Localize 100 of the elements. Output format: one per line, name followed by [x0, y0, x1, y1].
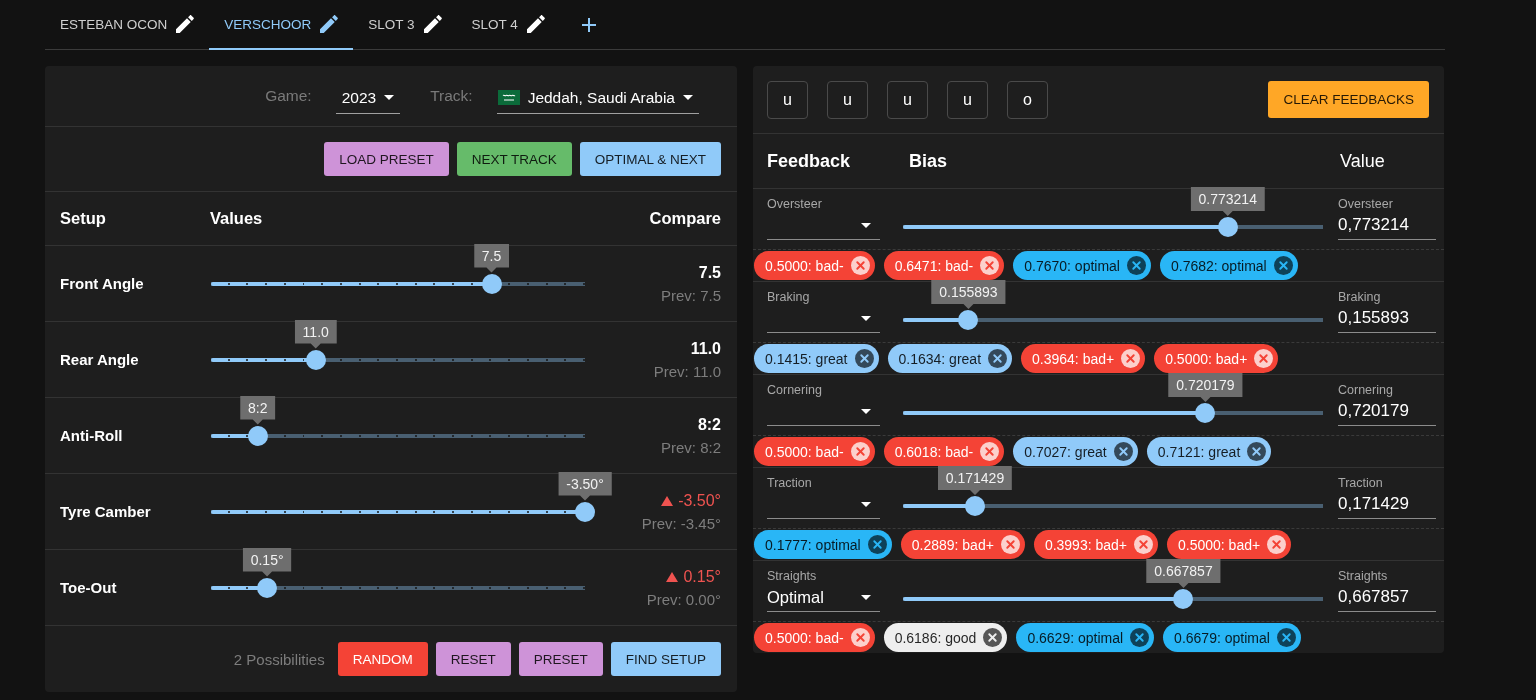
caret-icon [861, 315, 871, 321]
feedback-chip[interactable]: 0.1777: optimal [754, 530, 892, 559]
field-label: Game: [265, 87, 312, 105]
tab[interactable]: SLOT 4 [456, 0, 560, 50]
caret-icon [861, 222, 871, 228]
slider-thumb[interactable] [481, 273, 502, 294]
close-icon[interactable] [1127, 256, 1146, 275]
close-icon[interactable] [1134, 535, 1153, 554]
feedback-chip[interactable]: 0.1634: great [887, 344, 1013, 373]
close-icon[interactable] [980, 442, 1000, 461]
clear-feedbacks-button[interactable]: CLEAR FEEDBACKS [1268, 81, 1429, 118]
letter-button[interactable]: u [947, 80, 988, 119]
slider-thumb[interactable] [247, 425, 268, 446]
pencil-icon[interactable] [423, 15, 442, 33]
tab[interactable]: VERSCHOOR [209, 0, 354, 50]
feedback-chip[interactable]: 0.7027: great [1013, 437, 1138, 466]
feedback-chip[interactable]: 0.7682: optimal [1160, 251, 1298, 280]
slider-thumb[interactable] [965, 496, 985, 516]
pencil-icon[interactable] [176, 15, 195, 33]
value-field[interactable]: Oversteer 0,773214 [1338, 197, 1436, 240]
close-icon[interactable] [1121, 349, 1141, 368]
feedback-select[interactable]: Braking [767, 290, 880, 333]
slider-thumb[interactable] [575, 501, 595, 522]
column-header: Feedback [767, 150, 852, 172]
close-icon[interactable] [1000, 535, 1020, 554]
action-button[interactable]: OPTIMAL & NEXT [579, 142, 721, 176]
action-button[interactable]: FIND SETUP [610, 642, 721, 676]
close-icon[interactable] [1273, 256, 1293, 275]
close-icon[interactable] [1113, 442, 1133, 461]
year-select[interactable]: 2023 [335, 82, 401, 114]
previous-value: Prev: 0.00° [646, 590, 721, 608]
slider-thumb[interactable] [305, 349, 326, 370]
feedback-chip[interactable]: 0.3964: bad+ [1021, 344, 1146, 373]
feedback-chip[interactable]: 0.2889: bad+ [900, 530, 1025, 559]
letter-button[interactable]: u [767, 80, 808, 119]
feedback-select[interactable]: Cornering [767, 383, 880, 426]
close-icon[interactable] [1254, 349, 1274, 368]
caret-icon [683, 95, 693, 100]
slider-thumb[interactable] [958, 310, 979, 330]
value-field[interactable]: Cornering 0,720179 [1338, 383, 1436, 426]
action-button[interactable]: RANDOM [337, 642, 428, 676]
feedback-chip[interactable]: 0.6679: optimal [1163, 623, 1301, 652]
slider-thumb[interactable] [1217, 217, 1238, 237]
close-icon[interactable] [980, 256, 1000, 275]
close-icon[interactable] [1130, 628, 1150, 647]
feedback-chip[interactable]: 0.1415: great [754, 344, 879, 373]
value-tooltip: 0.155893 [931, 280, 1006, 309]
feedback-chip[interactable]: 0.7670: optimal [1013, 251, 1151, 280]
compare-value: 8:2 [697, 415, 721, 434]
column-header: Bias [908, 150, 949, 172]
slider-thumb[interactable] [1195, 403, 1216, 423]
close-icon[interactable] [850, 256, 870, 275]
close-icon[interactable] [988, 349, 1008, 368]
tab[interactable]: SLOT 3 [353, 0, 457, 50]
letter-button[interactable]: u [827, 80, 868, 119]
feedback-chip[interactable]: 0.6018: bad- [883, 437, 1005, 466]
value-field[interactable]: Braking 0,155893 [1338, 290, 1436, 333]
action-button[interactable]: LOAD PRESET [324, 142, 449, 176]
close-icon[interactable] [867, 535, 887, 554]
setup-label: Front Angle [60, 275, 145, 292]
setup-label: Tyre Camber [60, 503, 152, 520]
feedback-chip[interactable]: 0.5000: bad- [754, 623, 875, 652]
tab[interactable]: ESTEBAN OCON [45, 0, 210, 50]
feedback-chip[interactable]: 0.5000: bad+ [1167, 530, 1292, 559]
feedback-chip[interactable]: 0.5000: bad- [754, 251, 875, 280]
close-icon[interactable] [1267, 535, 1287, 554]
close-icon[interactable] [850, 442, 870, 461]
action-button[interactable]: PRESET [518, 642, 603, 676]
compare-value: 0.15° [683, 567, 721, 586]
feedback-select[interactable]: Traction [767, 476, 880, 519]
feedback-select[interactable]: Straights Optimal [767, 569, 880, 612]
feedback-chip[interactable]: 0.5000: bad+ [1154, 344, 1279, 373]
value-tooltip: 8:2 [240, 395, 276, 425]
add-icon[interactable] [581, 17, 596, 32]
pencil-icon[interactable] [526, 15, 545, 33]
feedback-select[interactable]: Oversteer [767, 197, 880, 240]
feedback-chip[interactable]: 0.6629: optimal [1016, 623, 1155, 652]
pencil-icon[interactable] [320, 15, 339, 33]
feedback-chip[interactable]: 0.7121: great [1146, 437, 1272, 466]
track-select[interactable]: Jeddah, Saudi Arabia [496, 82, 699, 114]
feedback-chip[interactable]: 0.5000: bad- [754, 437, 875, 466]
action-button[interactable]: RESET [435, 642, 511, 676]
value-tooltip: 11.0 [294, 319, 337, 349]
value-field[interactable]: Traction 0,171429 [1338, 476, 1436, 519]
action-button[interactable]: NEXT TRACK [456, 142, 572, 176]
letter-button[interactable]: o [1007, 80, 1048, 119]
caret-icon [861, 594, 871, 600]
close-icon[interactable] [854, 349, 874, 368]
feedback-chip[interactable]: 0.6186: good [883, 623, 1008, 652]
slider-thumb[interactable] [1173, 589, 1194, 609]
close-icon[interactable] [983, 628, 1003, 647]
setup-label: Rear Angle [60, 351, 140, 368]
feedback-chip[interactable]: 0.3993: bad+ [1033, 530, 1158, 559]
value-field[interactable]: Straights 0,667857 [1338, 569, 1436, 612]
slider-thumb[interactable] [257, 577, 278, 598]
close-icon[interactable] [850, 628, 870, 647]
close-icon[interactable] [1247, 442, 1267, 461]
letter-button[interactable]: u [887, 80, 928, 119]
close-icon[interactable] [1276, 628, 1296, 647]
feedback-chip[interactable]: 0.6471: bad- [883, 251, 1005, 280]
